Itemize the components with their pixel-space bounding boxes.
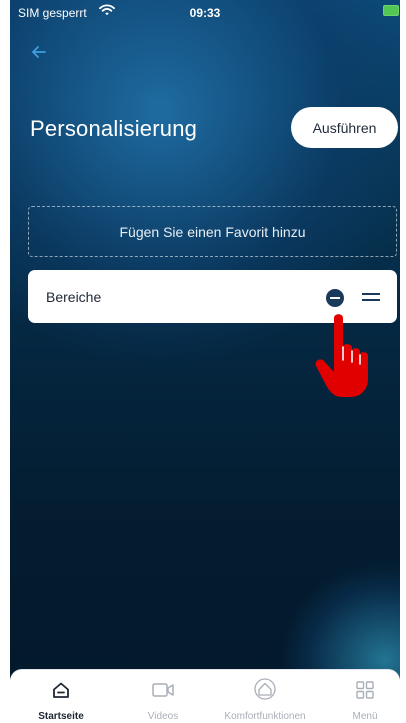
back-button[interactable]	[27, 40, 51, 64]
add-favorite-label: Fügen Sie einen Favorit hinzu	[119, 223, 306, 240]
video-camera-icon	[152, 683, 174, 697]
tab-videos[interactable]: Videos	[126, 670, 200, 723]
run-button[interactable]: Ausführen	[291, 107, 398, 148]
pointing-hand-icon	[312, 313, 372, 398]
favorite-item-label: Bereiche	[46, 289, 102, 305]
clock: 09:33	[189, 6, 221, 20]
bottom-tab-bar: Startseite Videos Komfortfunktionen Menü	[10, 669, 400, 723]
home-icon	[53, 682, 69, 698]
grid-menu-icon	[356, 681, 374, 699]
drag-handle-icon[interactable]	[362, 291, 380, 303]
tab-komfortfunktionen[interactable]: Komfortfunktionen	[210, 670, 320, 723]
minus-circle-icon[interactable]	[326, 289, 344, 307]
page-title: Personalisierung	[30, 116, 198, 141]
tab-label: Menü	[352, 711, 378, 722]
comfort-home-icon	[254, 678, 276, 700]
arrow-left-icon	[32, 46, 46, 58]
tab-menue[interactable]: Menü	[336, 670, 394, 723]
tab-label: Videos	[147, 711, 179, 722]
tab-label: Startseite	[38, 711, 84, 722]
device-frame: SIM gesperrt 09:33 Personalisierung Ausf…	[0, 0, 406, 723]
app-screen: SIM gesperrt 09:33 Personalisierung Ausf…	[10, 0, 400, 723]
battery-charging-icon	[383, 5, 399, 16]
add-favorite-slot[interactable]: Fügen Sie einen Favorit hinzu	[28, 206, 397, 257]
tab-label: Komfortfunktionen	[224, 711, 306, 722]
status-bar: SIM gesperrt 09:33	[10, 0, 400, 26]
tab-startseite[interactable]: Startseite	[24, 670, 98, 723]
